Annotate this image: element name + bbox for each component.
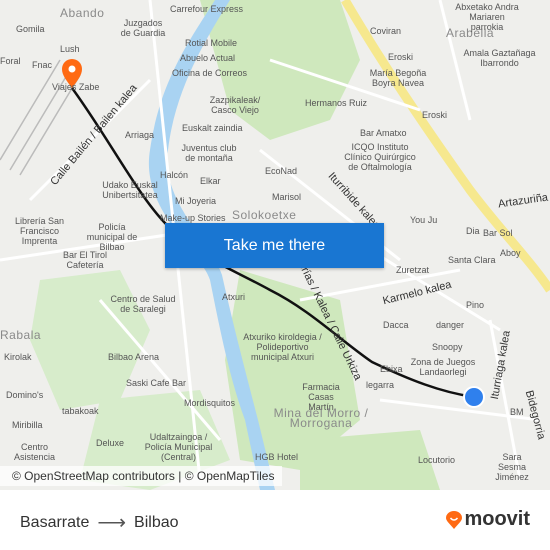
- map-label: Bilbao Arena: [108, 352, 160, 362]
- map-label: Kirolak: [4, 352, 32, 362]
- map-label: Bar El Tirol Cafetería: [62, 250, 107, 270]
- footer: Basarrate ⟶ Bilbao moovit: [0, 490, 550, 550]
- map-label: Viajes Zabe: [52, 82, 100, 92]
- map-label: Policía municipal de Bilbao: [86, 222, 138, 252]
- map-label: Pino: [466, 300, 485, 310]
- map-label: Udaltzaingoa / Policía Municipal (Centra…: [144, 432, 213, 462]
- map-label: Santa Clara: [448, 255, 496, 265]
- map-label: Rabala: [0, 328, 42, 342]
- map-label: HGB Hotel: [255, 452, 299, 462]
- route-title: Basarrate ⟶ Bilbao: [20, 510, 179, 535]
- map-label: María Begoña Boyra Navea: [369, 68, 427, 88]
- map-label: Coviran: [370, 26, 402, 36]
- map-label: Snoopy: [432, 342, 463, 352]
- map-attribution: © OpenStreetMap contributors | © OpenMap…: [0, 466, 283, 486]
- map-label: Halcón: [160, 170, 189, 180]
- map-label: Amala Gaztañaga Ibarrondo: [463, 48, 536, 68]
- moovit-logo: moovit: [446, 508, 530, 531]
- map-label: Domino's: [6, 390, 44, 400]
- map-label: Solokoetxe: [232, 208, 297, 222]
- map-label: Foral: [0, 56, 21, 66]
- map-label: Udako Euskal Unibertsitatea: [102, 180, 158, 200]
- map-label: Atxuriko kiroldegia / Polideportivo muni…: [243, 332, 322, 362]
- map-label: Eroski: [422, 110, 448, 120]
- map-label: Miribilla: [12, 420, 43, 430]
- destination-name: Bilbao: [134, 513, 179, 531]
- map-label: Make-up Stories: [160, 213, 226, 223]
- map-label: Abando: [60, 6, 105, 20]
- map-label: Gomila: [16, 24, 45, 34]
- map-label: danger: [436, 320, 465, 330]
- map-label: Locutorio: [418, 455, 456, 465]
- map-label: Arriaga: [125, 130, 155, 140]
- map-label: Euskalt zaindia: [182, 123, 243, 133]
- map-label: Atxuri: [222, 292, 246, 302]
- map-label: tabakoak: [62, 406, 99, 416]
- map-label: You Ju: [410, 215, 438, 225]
- map[interactable]: Abando Gomila Juzgados de Guardia Carref…: [0, 0, 550, 490]
- map-label: Abuelo Actual: [180, 53, 236, 63]
- map-label: Juventus club de montaña: [181, 143, 237, 163]
- map-label: Librería San Francisco Imprenta: [14, 216, 65, 246]
- map-label: Abxetako Andra Mariaren parrokia: [455, 2, 519, 32]
- map-label: legarra: [366, 380, 395, 390]
- map-label: Saski Cafe Bar: [126, 378, 187, 388]
- map-label: Rotial Mobile: [185, 38, 238, 48]
- map-label: Zuretzat: [396, 265, 430, 275]
- map-label: EcoNad: [265, 166, 298, 176]
- map-label: Dacca: [383, 320, 409, 330]
- map-label: Lush: [60, 44, 80, 54]
- map-label: Mordisquitos: [184, 398, 236, 408]
- moovit-pin-icon: [446, 510, 463, 529]
- take-me-there-button[interactable]: Take me there: [165, 223, 384, 268]
- map-label: Oficina de Correos: [172, 68, 248, 78]
- map-label: Mina del Morro / Morrogana: [273, 406, 369, 430]
- origin-dot: [463, 386, 485, 408]
- map-label: Aboy: [500, 248, 521, 258]
- map-label: Ebixa: [380, 364, 403, 374]
- map-label: Fnac: [32, 60, 53, 70]
- map-label: ICQO Instituto Clínico Quirúrgico de Oft…: [344, 142, 416, 172]
- map-label: Eroski: [388, 52, 414, 62]
- map-label: Carrefour Express: [170, 4, 244, 14]
- map-label: Juzgados de Guardia: [120, 18, 166, 38]
- map-label: Bar Amatxo: [360, 128, 407, 138]
- arrow-right-icon: ⟶: [97, 512, 127, 534]
- map-label: BM: [510, 407, 524, 417]
- map-label: Centro de Salud de Saralegi: [110, 294, 176, 314]
- origin-name: Basarrate: [20, 513, 90, 531]
- map-label: Bar Sol: [483, 228, 513, 238]
- map-label: Zona de Juegos Landaorlegi: [410, 357, 476, 377]
- map-label: Dia: [466, 226, 480, 236]
- map-label: Hermanos Ruiz: [305, 98, 368, 108]
- map-label: Elkar: [200, 176, 221, 186]
- map-label: Mi Joyeria: [175, 196, 217, 206]
- park: [30, 270, 150, 410]
- map-label: Marisol: [272, 192, 302, 202]
- map-label: Deluxe: [96, 438, 125, 448]
- map-label: Sara Sesma Jiménez: [495, 452, 529, 482]
- map-label: Zazpikaleak/ Casco Viejo: [209, 95, 261, 115]
- moovit-wordmark: moovit: [464, 508, 530, 530]
- map-label: Centro Asistencia: [13, 442, 56, 462]
